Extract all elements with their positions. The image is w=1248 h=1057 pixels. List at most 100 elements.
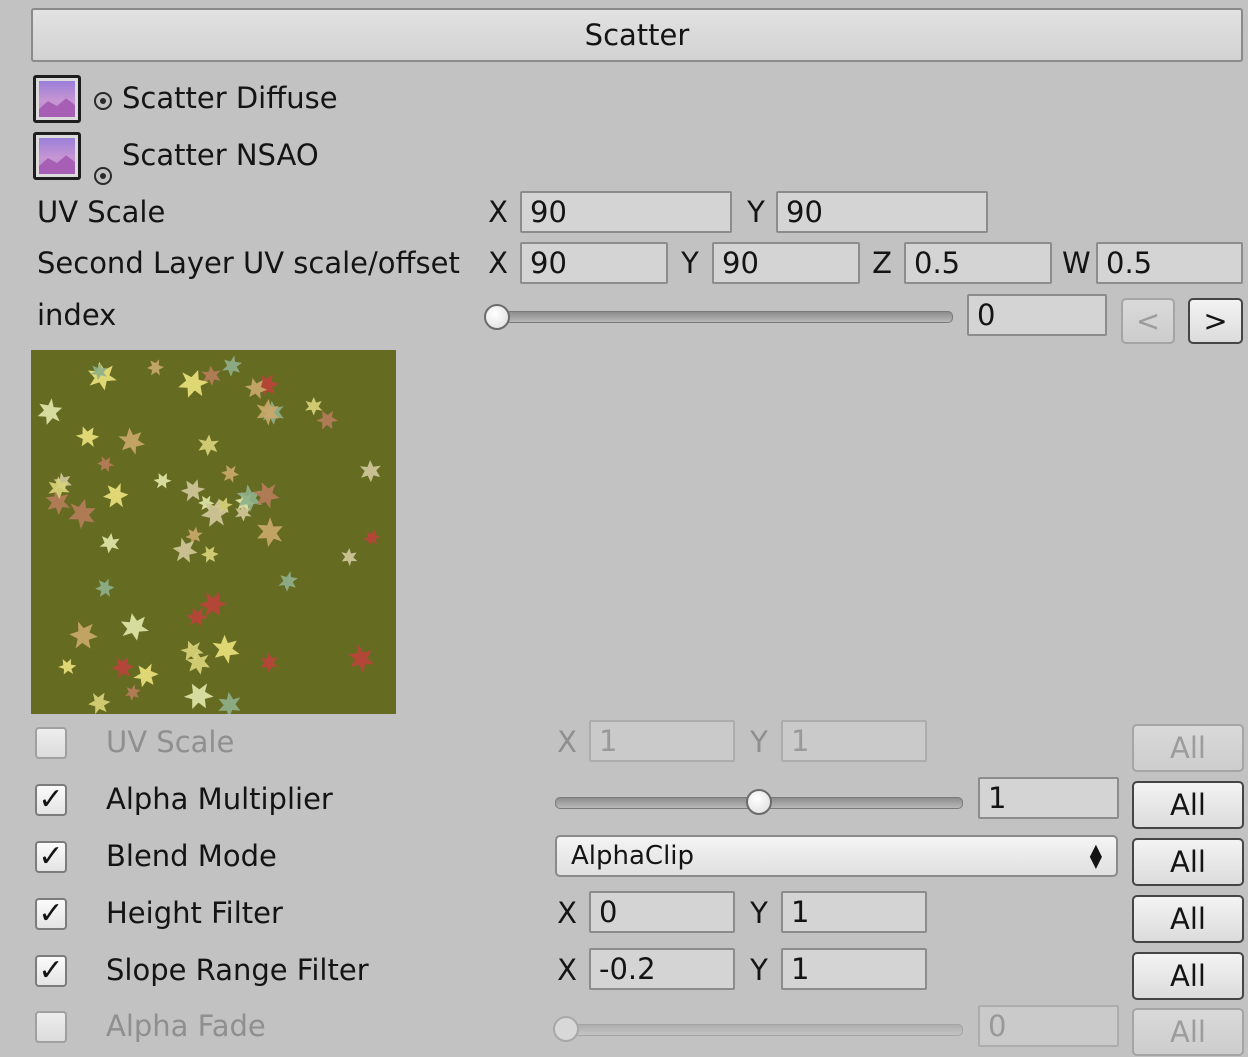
checkmark-icon: ✓ bbox=[38, 896, 64, 931]
second-layer-w-field[interactable] bbox=[1096, 242, 1243, 284]
all-label: All bbox=[1170, 731, 1206, 765]
slope-range-filter-checkbox[interactable]: ✓ bbox=[35, 955, 67, 987]
height-filter-y-axis: Y bbox=[750, 896, 768, 930]
all-label: All bbox=[1170, 902, 1206, 936]
scatter-section-header[interactable]: Scatter bbox=[31, 8, 1243, 62]
scatter-preview-image bbox=[31, 350, 396, 714]
leaf-shape bbox=[337, 545, 361, 569]
checkmark-icon: ✓ bbox=[38, 953, 64, 988]
uv-scale-label: UV Scale bbox=[37, 195, 166, 229]
leaf-shape bbox=[182, 523, 207, 548]
alpha-multiplier-label: Alpha Multiplier bbox=[106, 782, 333, 816]
scatter-diffuse-texture-slot[interactable] bbox=[33, 75, 81, 123]
leaf-shape bbox=[313, 405, 342, 435]
leaf-shape bbox=[170, 536, 200, 565]
all-label: All bbox=[1170, 959, 1206, 993]
uv-scale-checkbox[interactable] bbox=[35, 727, 67, 759]
leaf-shape bbox=[274, 567, 302, 596]
texture-thumbnail-icon bbox=[39, 81, 75, 117]
leaf-shape bbox=[121, 681, 144, 704]
alpha-fade-value-field[interactable] bbox=[978, 1005, 1119, 1047]
second-layer-y-field[interactable] bbox=[712, 242, 860, 284]
leaf-shape bbox=[85, 359, 119, 393]
blend-mode-label: Blend Mode bbox=[106, 839, 277, 873]
leaf-shape bbox=[98, 531, 122, 555]
index-label: index bbox=[37, 298, 117, 332]
prop-uv-scale-y-axis: Y bbox=[750, 725, 768, 759]
uv-scale-all-button[interactable]: All bbox=[1132, 724, 1244, 772]
slope-range-filter-y-field[interactable] bbox=[781, 948, 927, 990]
uv-scale-y-field[interactable] bbox=[776, 191, 988, 233]
slope-range-filter-x-axis: X bbox=[557, 953, 577, 987]
second-layer-x-field[interactable] bbox=[520, 242, 668, 284]
all-label: All bbox=[1170, 845, 1206, 879]
height-filter-y-field[interactable] bbox=[781, 891, 927, 933]
leaf-shape bbox=[68, 620, 99, 651]
checkmark-icon: ✓ bbox=[38, 839, 64, 874]
alpha-fade-all-button[interactable]: All bbox=[1132, 1008, 1244, 1056]
alpha-fade-slider-thumb[interactable] bbox=[553, 1016, 579, 1042]
blend-mode-selected: AlphaClip bbox=[571, 841, 695, 871]
alpha-fade-slider-track[interactable] bbox=[555, 1024, 963, 1036]
alpha-multiplier-checkbox[interactable]: ✓ bbox=[35, 784, 67, 816]
slope-range-filter-y-axis: Y bbox=[750, 953, 768, 987]
index-slider-track[interactable] bbox=[486, 311, 953, 323]
leaf-shape bbox=[217, 352, 247, 381]
alpha-fade-label: Alpha Fade bbox=[106, 1009, 266, 1043]
height-filter-x-axis: X bbox=[557, 896, 577, 930]
object-picker-icon[interactable] bbox=[94, 167, 112, 185]
scatter-nsao-texture-slot[interactable] bbox=[33, 132, 81, 180]
leaf-shape bbox=[110, 655, 135, 680]
index-slider-thumb[interactable] bbox=[484, 304, 510, 330]
alpha-fade-checkbox[interactable] bbox=[35, 1011, 67, 1043]
leaf-shape bbox=[359, 459, 382, 483]
slope-range-filter-all-button[interactable]: All bbox=[1132, 952, 1244, 1000]
leaf-shape bbox=[33, 396, 67, 428]
leaf-shape bbox=[101, 482, 130, 509]
second-layer-y-axis: Y bbox=[681, 246, 699, 280]
leaf-shape bbox=[113, 422, 150, 460]
leaf-shape bbox=[304, 397, 323, 416]
slope-range-filter-label: Slope Range Filter bbox=[106, 953, 369, 987]
leaf-shape bbox=[87, 691, 112, 714]
second-layer-z-field[interactable] bbox=[904, 242, 1052, 284]
index-value-field[interactable] bbox=[967, 294, 1107, 336]
checkmark-icon: ✓ bbox=[38, 782, 64, 817]
prop-uv-scale-x-field[interactable] bbox=[589, 720, 735, 762]
alpha-multiplier-value-field[interactable] bbox=[978, 777, 1119, 819]
height-filter-all-button[interactable]: All bbox=[1132, 895, 1244, 943]
object-picker-icon[interactable] bbox=[94, 92, 112, 110]
leaf-shape bbox=[180, 676, 218, 714]
leaf-shape bbox=[94, 578, 116, 598]
leaf-shape bbox=[118, 610, 151, 644]
leaf-shape bbox=[56, 655, 79, 679]
prop-uv-scale-y-field[interactable] bbox=[781, 720, 927, 762]
leaf-shape bbox=[63, 495, 101, 533]
height-filter-x-field[interactable] bbox=[589, 891, 735, 933]
scatter-panel: Scatter Scatter Diffuse Scatter NSAO UV … bbox=[0, 0, 1248, 1057]
index-next-button[interactable]: > bbox=[1188, 298, 1243, 344]
height-filter-checkbox[interactable]: ✓ bbox=[35, 898, 67, 930]
section-title: Scatter bbox=[584, 18, 690, 52]
alpha-multiplier-slider-thumb[interactable] bbox=[746, 789, 772, 815]
slope-range-filter-x-field[interactable] bbox=[589, 948, 735, 990]
leaf-shape bbox=[250, 395, 285, 430]
scatter-nsao-label: Scatter NSAO bbox=[122, 138, 319, 172]
blend-mode-all-button[interactable]: All bbox=[1132, 838, 1244, 886]
uv-scale-x-field[interactable] bbox=[520, 191, 732, 233]
prop-uv-scale-x-axis: X bbox=[557, 725, 577, 759]
index-prev-button[interactable]: < bbox=[1121, 298, 1175, 344]
leaf-shape bbox=[174, 365, 212, 403]
leaf-shape bbox=[212, 688, 247, 714]
leaf-shape bbox=[151, 469, 174, 493]
blend-mode-checkbox[interactable]: ✓ bbox=[35, 841, 67, 873]
all-label: All bbox=[1170, 1015, 1206, 1049]
height-filter-label: Height Filter bbox=[106, 896, 283, 930]
second-layer-w-axis: W bbox=[1062, 246, 1091, 280]
alpha-multiplier-all-button[interactable]: All bbox=[1132, 781, 1244, 829]
dropdown-arrows-icon: ▲ ▼ bbox=[1089, 840, 1102, 871]
texture-thumbnail-icon bbox=[39, 138, 75, 174]
blend-mode-dropdown[interactable]: AlphaClip ▲ ▼ bbox=[555, 835, 1118, 877]
second-layer-z-axis: Z bbox=[872, 246, 892, 280]
second-layer-label: Second Layer UV scale/offset bbox=[37, 246, 460, 280]
